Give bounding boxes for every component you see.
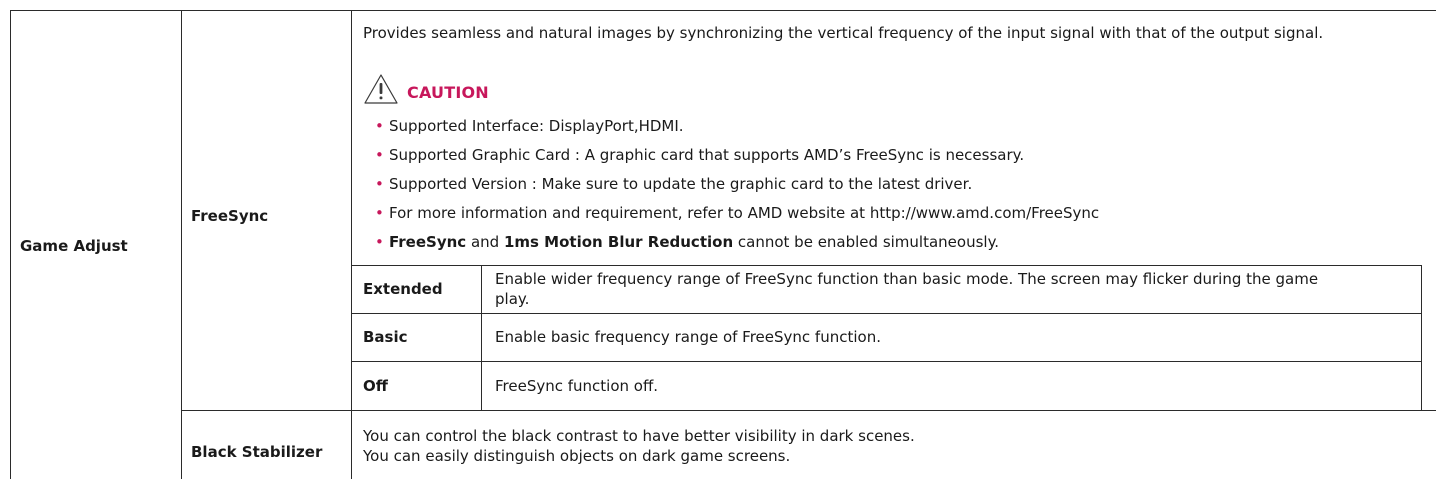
category-game-adjust: Game Adjust: [20, 237, 128, 255]
caution-header: CAUTION: [363, 73, 489, 105]
note-term-freesync: FreeSync: [389, 233, 467, 251]
basic-row-border: [351, 361, 1422, 362]
option-basic-desc: Enable basic frequency range of FreeSync…: [495, 328, 881, 346]
list-item: • Supported Version : Make sure to updat…: [373, 174, 1099, 203]
table-top-border: [10, 10, 1436, 11]
list-item: • Supported Graphic Card : A graphic car…: [373, 145, 1099, 174]
bullet-icon: •: [375, 175, 384, 193]
note-text: cannot be enabled simultaneously.: [733, 233, 1000, 251]
bullet-icon: •: [375, 204, 384, 222]
settings-table: Game Adjust FreeSync Provides seamless a…: [0, 0, 1436, 479]
options-top-border: [351, 265, 1422, 266]
option-basic-label: Basic: [363, 328, 408, 346]
extended-row-border: [351, 313, 1422, 314]
note-text: Supported Version : Make sure to update …: [389, 175, 973, 193]
option-extended-label: Extended: [363, 280, 443, 298]
bullet-icon: •: [375, 146, 384, 164]
bullet-icon: •: [375, 117, 384, 135]
setting-freesync-label: FreeSync: [191, 207, 269, 225]
freesync-bottom-border: [181, 410, 1436, 411]
caution-notes: • Supported Interface: DisplayPort,HDMI.…: [373, 116, 1099, 261]
option-extended-desc-line1: Enable wider frequency range of FreeSync…: [495, 270, 1319, 288]
note-text: Supported Interface: DisplayPort,HDMI.: [389, 117, 684, 135]
table-left-border: [10, 10, 11, 479]
note-text: For more information and requirement, re…: [389, 204, 1100, 222]
option-off-desc: FreeSync function off.: [495, 377, 659, 395]
caution-label: CAUTION: [407, 82, 489, 102]
black-stabilizer-desc-line2: You can easily distinguish objects on da…: [363, 447, 791, 465]
category-divider: [181, 10, 182, 479]
option-extended-desc-line2: play.: [495, 290, 530, 308]
note-text: Supported Graphic Card : A graphic card …: [389, 146, 1025, 164]
option-divider: [481, 265, 482, 411]
caution-icon: [364, 74, 398, 104]
list-item: • For more information and requirement, …: [373, 203, 1099, 232]
bullet-icon: •: [375, 233, 384, 251]
option-off-label: Off: [363, 377, 388, 395]
setting-black-stabilizer-label: Black Stabilizer: [191, 443, 323, 461]
freesync-description: Provides seamless and natural images by …: [363, 24, 1324, 42]
note-term-motion-blur: 1ms Motion Blur Reduction: [503, 233, 734, 251]
note-text: and: [466, 233, 504, 251]
list-item: • FreeSync and 1ms Motion Blur Reduction…: [373, 232, 1099, 261]
setting-divider: [351, 10, 352, 479]
black-stabilizer-desc-line1: You can control the black contrast to ha…: [363, 427, 915, 445]
list-item: • Supported Interface: DisplayPort,HDMI.: [373, 116, 1099, 145]
options-right-border: [1421, 265, 1422, 411]
